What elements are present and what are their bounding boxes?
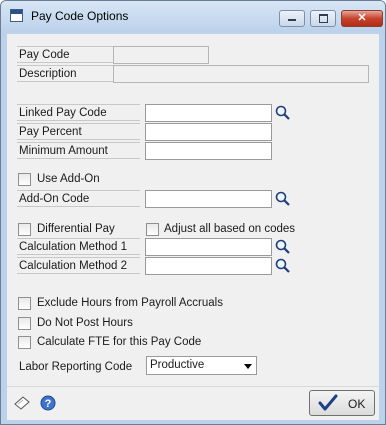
calc-method-1-label: Calculation Method 1 <box>19 241 128 253</box>
checkmark-icon <box>318 394 338 411</box>
maximize-button[interactable] <box>310 10 336 27</box>
description-label: Description <box>19 68 77 80</box>
calc-method-2-input[interactable] <box>145 257 272 275</box>
lookup-magnifier-icon[interactable] <box>274 190 291 207</box>
use-add-on-checkbox[interactable] <box>18 173 31 186</box>
close-icon: ✕ <box>357 12 367 24</box>
exclude-hours-label: Exclude Hours from Payroll Accruals <box>37 297 223 309</box>
title-bar[interactable]: Pay Code Options ✕ <box>1 1 385 31</box>
chevron-down-icon <box>244 364 252 369</box>
window-icon <box>10 9 23 22</box>
description-field <box>113 65 369 83</box>
calculate-fte-checkbox[interactable] <box>18 336 31 349</box>
minimum-amount-label: Minimum Amount <box>19 145 108 157</box>
minimum-amount-input[interactable] <box>145 142 272 160</box>
calc-method-1-input[interactable] <box>145 238 272 256</box>
calculate-fte-label: Calculate FTE for this Pay Code <box>37 336 202 348</box>
help-icon[interactable]: ? <box>40 395 56 411</box>
lookup-magnifier-icon[interactable] <box>274 257 291 274</box>
add-on-code-label-cell <box>17 190 140 207</box>
labor-reporting-code-value: Productive <box>150 359 205 371</box>
note-icon[interactable] <box>13 394 31 412</box>
labor-reporting-code-select[interactable]: Productive <box>146 356 257 375</box>
window-title: Pay Code Options <box>31 9 129 23</box>
differential-pay-label: Differential Pay <box>37 223 115 235</box>
close-button[interactable]: ✕ <box>341 10 383 27</box>
ok-button-label: OK <box>348 397 366 411</box>
pay-code-field <box>113 46 209 64</box>
exclude-hours-checkbox[interactable] <box>18 297 31 310</box>
linked-pay-code-label-cell <box>17 104 140 121</box>
minimize-icon <box>288 19 296 22</box>
use-add-on-label: Use Add-On <box>37 173 100 185</box>
dialog-footer: ? OK <box>7 386 379 420</box>
differential-pay-checkbox[interactable] <box>18 223 31 236</box>
svg-text:?: ? <box>45 398 52 410</box>
add-on-code-input[interactable] <box>145 190 272 208</box>
minimize-button[interactable] <box>279 10 305 27</box>
pay-percent-input[interactable] <box>145 123 272 141</box>
lookup-magnifier-icon[interactable] <box>274 104 291 121</box>
pay-code-options-window: Pay Code Options ✕ Pay Code Description … <box>0 0 386 425</box>
calc-method-2-label: Calculation Method 2 <box>19 260 128 272</box>
pay-percent-label: Pay Percent <box>19 126 82 138</box>
linked-pay-code-input[interactable] <box>145 104 272 122</box>
lookup-magnifier-icon[interactable] <box>274 238 291 255</box>
labor-reporting-code-label: Labor Reporting Code <box>19 361 133 373</box>
do-not-post-hours-checkbox[interactable] <box>18 317 31 330</box>
maximize-icon <box>318 13 328 23</box>
ok-button[interactable]: OK <box>309 390 375 416</box>
adjust-all-checkbox[interactable] <box>146 223 159 236</box>
do-not-post-hours-label: Do Not Post Hours <box>37 317 133 329</box>
adjust-all-label: Adjust all based on codes <box>164 223 296 235</box>
dialog-body: Pay Code Description Linked Pay Code Pay… <box>7 34 379 386</box>
pay-code-label: Pay Code <box>19 49 70 61</box>
